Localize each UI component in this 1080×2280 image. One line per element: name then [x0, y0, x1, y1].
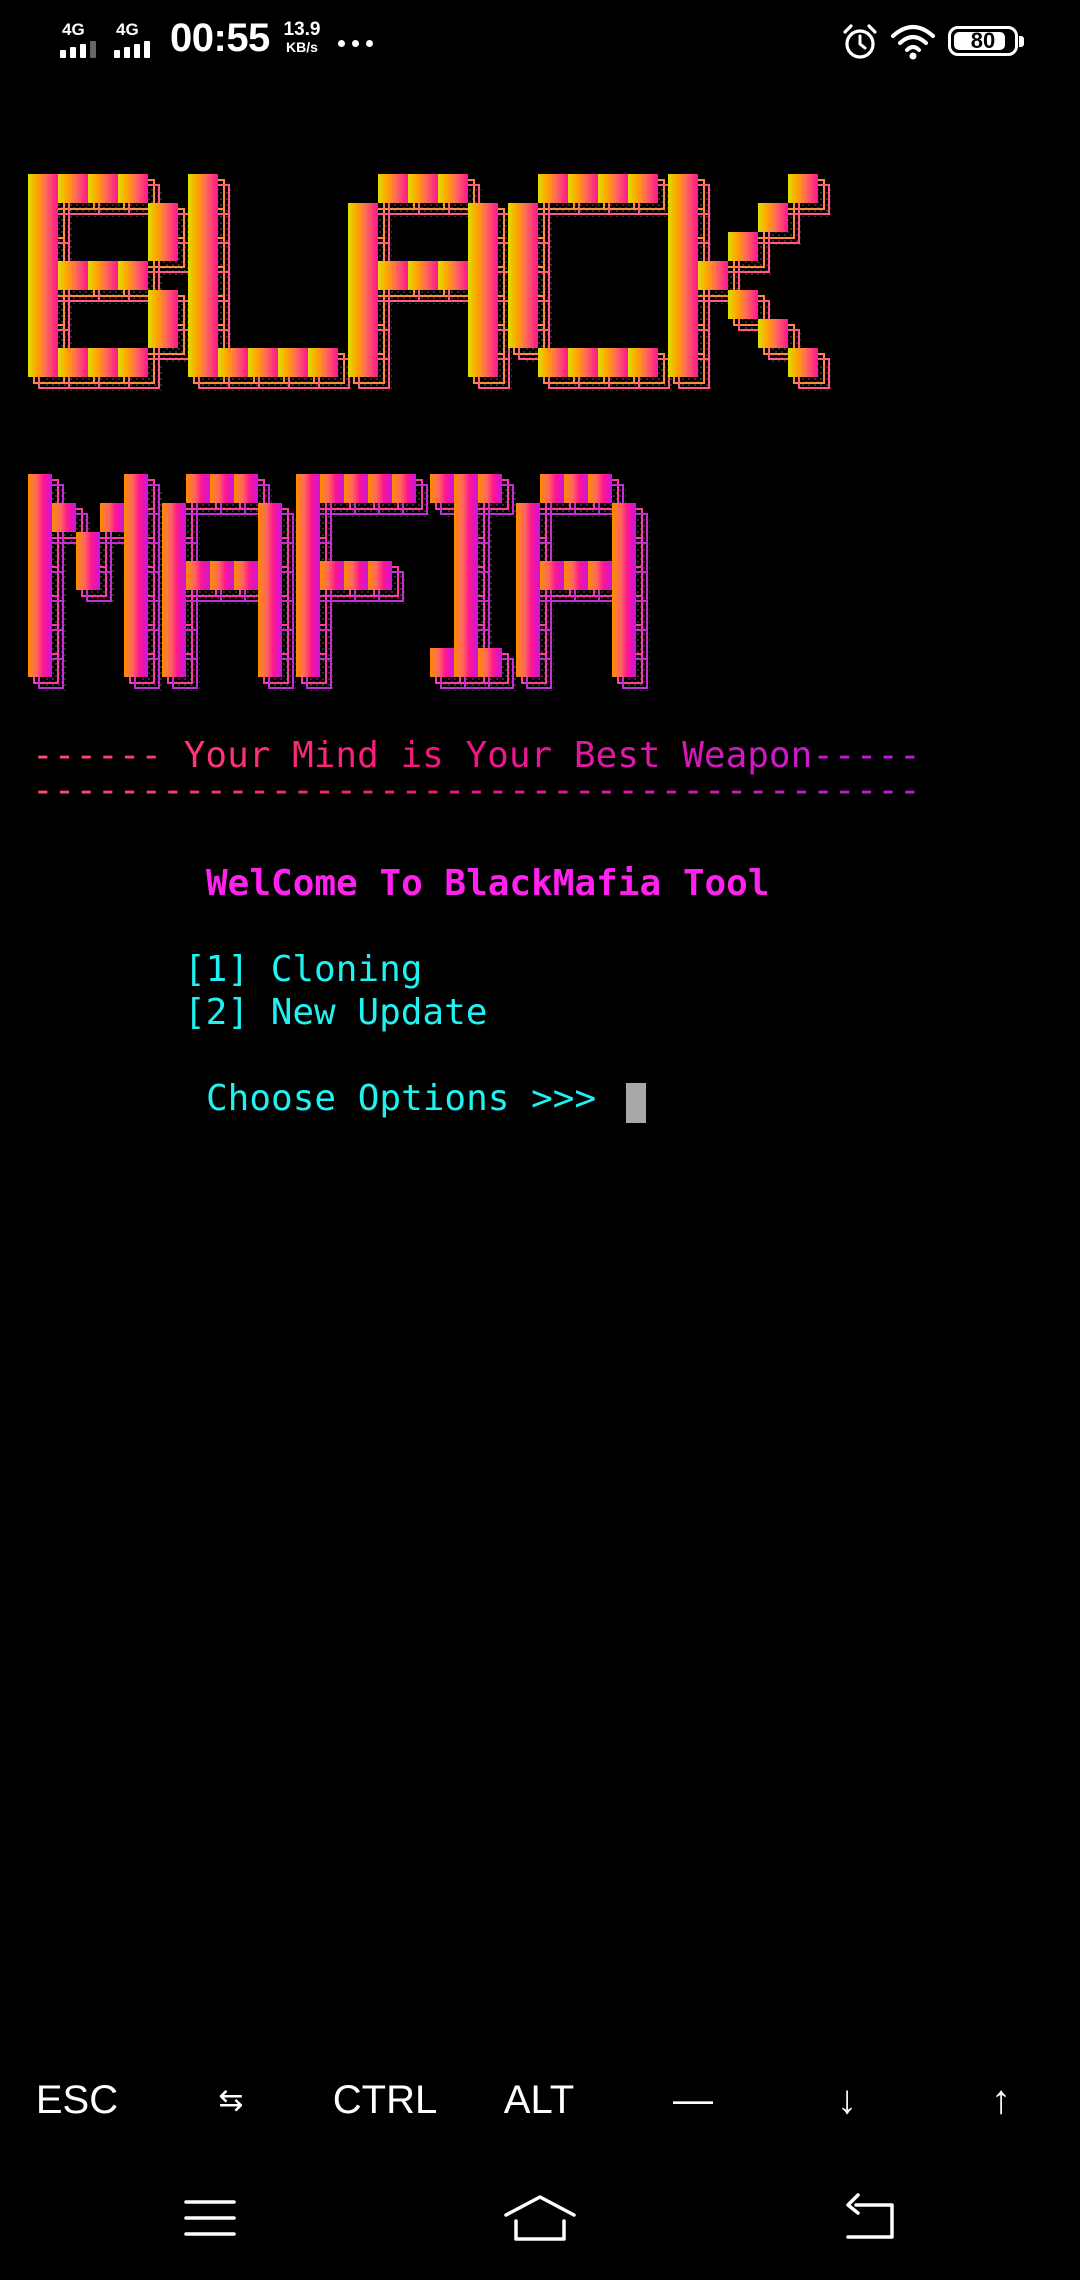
wifi-icon [890, 22, 936, 62]
battery-level: 80 [970, 28, 996, 53]
welcome-title: WelCome To BlackMafia Tool [206, 863, 770, 904]
extra-keys-row: ESC ⇆ CTRL ALT — ↓ ↑ [0, 2044, 1080, 2156]
option-cloning: [1] Cloning [184, 949, 423, 990]
network-type-label: 4G [62, 20, 85, 39]
alt-key[interactable]: ALT [462, 2044, 616, 2156]
menu-icon [184, 2200, 236, 2236]
network-speed-unit: KB/s [286, 39, 318, 55]
arrow-down-key[interactable]: ↓ [770, 2044, 924, 2156]
ctrl-key[interactable]: CTRL [308, 2044, 462, 2156]
dash-key[interactable]: — [616, 2044, 770, 2156]
network-speed: 13.9 KB/s [280, 20, 324, 54]
home-icon [504, 2195, 576, 2241]
esc-key[interactable]: ESC [0, 2044, 154, 2156]
menu-button[interactable] [110, 2156, 310, 2280]
status-bar: 4G 4G 00:55 13.9 KB/s 80 [0, 0, 1080, 84]
network-type-label-2: 4G [116, 20, 139, 39]
home-button[interactable] [440, 2156, 640, 2280]
navigation-bar [0, 2156, 1080, 2280]
cellular-signal-icon: 4G [58, 20, 106, 60]
tab-key[interactable]: ⇆ [154, 2044, 308, 2156]
text-cursor[interactable] [626, 1083, 646, 1123]
alarm-icon [840, 22, 880, 62]
divider-line: ----------------------------------------… [32, 770, 921, 811]
banner-logo [28, 174, 832, 691]
arrow-up-key[interactable]: ↑ [924, 2044, 1078, 2156]
input-prompt: Choose Options >>> [206, 1078, 618, 1119]
terminal-screen[interactable]: ------ Your Mind is Your Best Weapon----… [0, 84, 1080, 2044]
option-new-update: [2] New Update [184, 992, 488, 1033]
status-time: 00:55 [170, 16, 270, 60]
network-speed-value: 13.9 [283, 19, 321, 40]
more-dots-icon [338, 40, 378, 48]
cellular-signal-icon-2: 4G [112, 20, 160, 60]
back-button[interactable] [770, 2156, 970, 2280]
battery-icon: 80 [948, 26, 1024, 56]
back-icon [846, 2193, 894, 2239]
